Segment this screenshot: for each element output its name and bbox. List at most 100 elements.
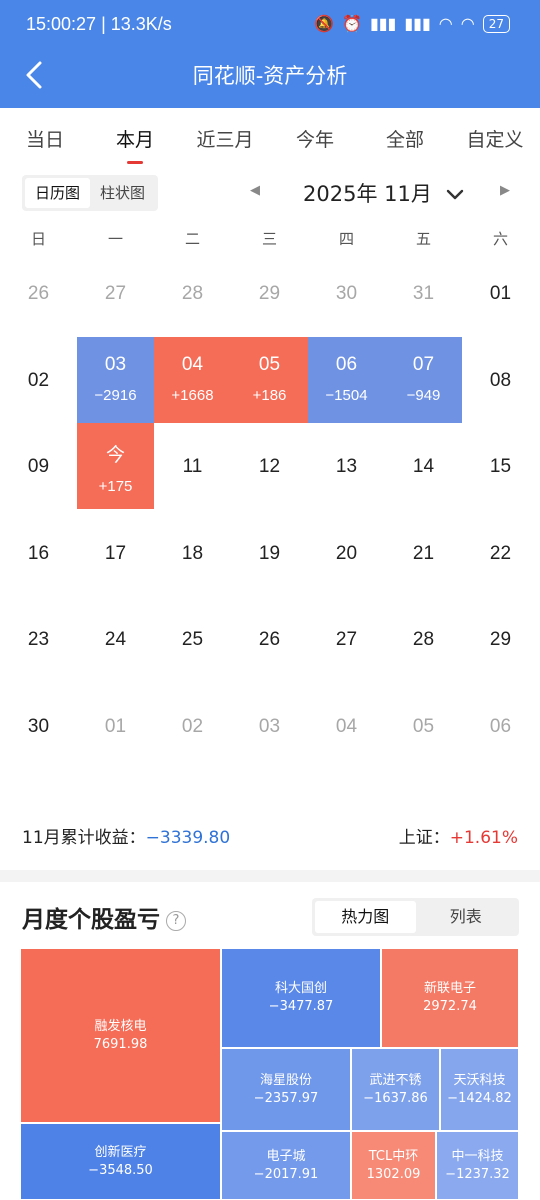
calendar-view-button[interactable]: 日历图 xyxy=(25,178,91,208)
calendar-day[interactable]: 04 +1668 xyxy=(154,336,231,423)
day-number: 26 xyxy=(258,629,281,650)
calendar-day[interactable]: 06 xyxy=(462,683,539,769)
calendar-day[interactable]: 04 xyxy=(308,683,385,769)
day-profit: +186 xyxy=(252,386,287,404)
day-number: 15 xyxy=(489,456,512,477)
tab-this-month[interactable]: 本月 xyxy=(90,108,180,172)
calendar-day[interactable]: 27 xyxy=(77,250,154,336)
stock-tile[interactable]: 海星股份 −2357.97 xyxy=(221,1048,351,1131)
tab-custom[interactable]: 自定义 xyxy=(450,108,540,172)
calendar-day[interactable]: 02 xyxy=(154,683,231,769)
calendar-day[interactable]: 09 xyxy=(0,423,77,509)
tab-all[interactable]: 全部 xyxy=(360,108,450,172)
day-number: 14 xyxy=(412,456,435,477)
day-number: 08 xyxy=(489,369,512,391)
calendar-day[interactable]: 08 xyxy=(462,337,539,423)
calendar-day[interactable]: 03 xyxy=(231,683,308,769)
stock-tile[interactable]: TCL中环 1302.09 xyxy=(351,1131,436,1200)
stock-value: 2972.74 xyxy=(423,999,477,1014)
calendar-day[interactable]: 06 −1504 xyxy=(308,336,385,423)
calendar-day[interactable]: 12 xyxy=(231,423,308,509)
heatmap-button[interactable]: 热力图 xyxy=(315,901,416,933)
calendar-day[interactable]: 21 xyxy=(385,510,462,596)
stock-name: 创新医疗 xyxy=(94,1144,147,1160)
signal-icon: ▮▮▮ xyxy=(369,14,397,33)
stock-tile[interactable]: 天沃科技 −1424.82 xyxy=(440,1048,519,1131)
month-navigator: ◀ 2025年 11月 ▶ xyxy=(240,175,520,211)
calendar-day[interactable]: 01 xyxy=(77,683,154,769)
calendar-day[interactable]: 25 xyxy=(154,596,231,682)
section-divider xyxy=(0,870,540,882)
day-number: 30 xyxy=(335,283,358,304)
bar-view-button[interactable]: 柱状图 xyxy=(90,178,155,208)
weekday-label: 日 xyxy=(30,230,46,248)
calendar-day[interactable]: 30 xyxy=(308,250,385,336)
day-number: 26 xyxy=(27,283,50,304)
calendar-day[interactable]: 05 xyxy=(385,683,462,769)
stock-tile[interactable]: 融发核电 7691.98 xyxy=(20,948,221,1123)
calendar-day[interactable]: 20 xyxy=(308,510,385,596)
calendar-day[interactable]: 31 xyxy=(385,250,462,336)
calendar-day[interactable]: 28 xyxy=(154,250,231,336)
day-number: 03 xyxy=(258,715,281,737)
index-label: 上证： xyxy=(398,828,450,848)
tab-this-year[interactable]: 今年 xyxy=(270,108,360,172)
calendar-day[interactable]: 29 xyxy=(462,596,539,682)
calendar-day[interactable]: 01 xyxy=(462,250,539,336)
calendar-day[interactable]: 05 +186 xyxy=(231,336,308,423)
index-value: +1.61% xyxy=(449,828,518,848)
list-button[interactable]: 列表 xyxy=(416,901,517,933)
day-number: 04 xyxy=(335,715,358,737)
help-icon[interactable]: ? xyxy=(166,910,186,931)
calendar-day[interactable]: 02 xyxy=(0,337,77,423)
day-profit: −1504 xyxy=(325,386,368,404)
day-number: 28 xyxy=(181,283,204,304)
stock-name: 科大国创 xyxy=(274,981,327,996)
calendar-day[interactable]: 07 −949 xyxy=(385,336,462,423)
stock-tile[interactable]: 中一科技 −1237.32 xyxy=(436,1131,519,1200)
calendar-day[interactable]: 27 xyxy=(308,596,385,682)
calendar-day[interactable]: 03 −2916 xyxy=(77,336,154,423)
day-number: 29 xyxy=(489,629,512,650)
stock-tile[interactable]: 科大国创 −3477.87 xyxy=(221,948,381,1048)
calendar-day[interactable]: 24 xyxy=(77,596,154,682)
weekday-label: 二 xyxy=(184,230,200,248)
calendar-day[interactable]: 28 xyxy=(385,596,462,682)
stock-tile[interactable]: 创新医疗 −3548.50 xyxy=(20,1123,221,1200)
calendar-day[interactable]: 26 xyxy=(0,250,77,336)
day-number: 07 xyxy=(412,353,435,375)
stock-tile[interactable]: 电子城 −2017.91 xyxy=(221,1131,351,1200)
chevron-down-icon xyxy=(446,189,463,200)
calendar-day[interactable]: 14 xyxy=(385,423,462,509)
day-number: 20 xyxy=(335,542,358,564)
tab-today[interactable]: 当日 xyxy=(0,108,90,172)
calendar-day[interactable]: 26 xyxy=(231,596,308,682)
calendar-day[interactable]: 11 xyxy=(154,423,231,509)
calendar-day[interactable]: 16 xyxy=(0,510,77,596)
period-tabs: 当日 本月 近三月 今年 全部 自定义 xyxy=(0,108,540,172)
section-title-text: 月度个股盈亏 xyxy=(22,907,160,933)
prev-month-icon[interactable]: ◀ xyxy=(250,183,260,198)
calendar-day[interactable]: 19 xyxy=(231,510,308,596)
calendar-day[interactable]: 22 xyxy=(462,510,539,596)
next-month-icon[interactable]: ▶ xyxy=(500,183,510,198)
day-number: 17 xyxy=(104,542,127,564)
calendar-day[interactable]: 今 +175 xyxy=(77,423,154,509)
calendar-day[interactable]: 13 xyxy=(308,423,385,509)
stock-tile[interactable]: 新联电子 2972.74 xyxy=(381,948,519,1048)
stock-tile[interactable]: 武进不锈 −1637.86 xyxy=(351,1048,440,1131)
month-selector[interactable]: 2025年 11月 xyxy=(303,178,465,208)
status-time: 15:00:27 | 13.3K/s xyxy=(26,14,172,34)
calendar-day[interactable]: 23 xyxy=(0,596,77,682)
status-icons: 🔕 ⏰ ▮▮▮ ▮▮▮ ◠ ◠ 27 xyxy=(314,14,510,33)
stock-value: −2357.97 xyxy=(253,1090,319,1106)
calendar-day[interactable]: 17 xyxy=(77,510,154,596)
calendar-day[interactable]: 30 xyxy=(0,683,77,769)
calendar-day[interactable]: 18 xyxy=(154,510,231,596)
calendar-day[interactable]: 15 xyxy=(462,423,539,509)
stock-name: 融发核电 xyxy=(94,1018,147,1034)
day-number: 06 xyxy=(489,715,512,737)
calendar-day[interactable]: 29 xyxy=(231,250,308,336)
tab-three-months[interactable]: 近三月 xyxy=(180,108,270,172)
display-toggle: 热力图 列表 xyxy=(312,898,519,936)
